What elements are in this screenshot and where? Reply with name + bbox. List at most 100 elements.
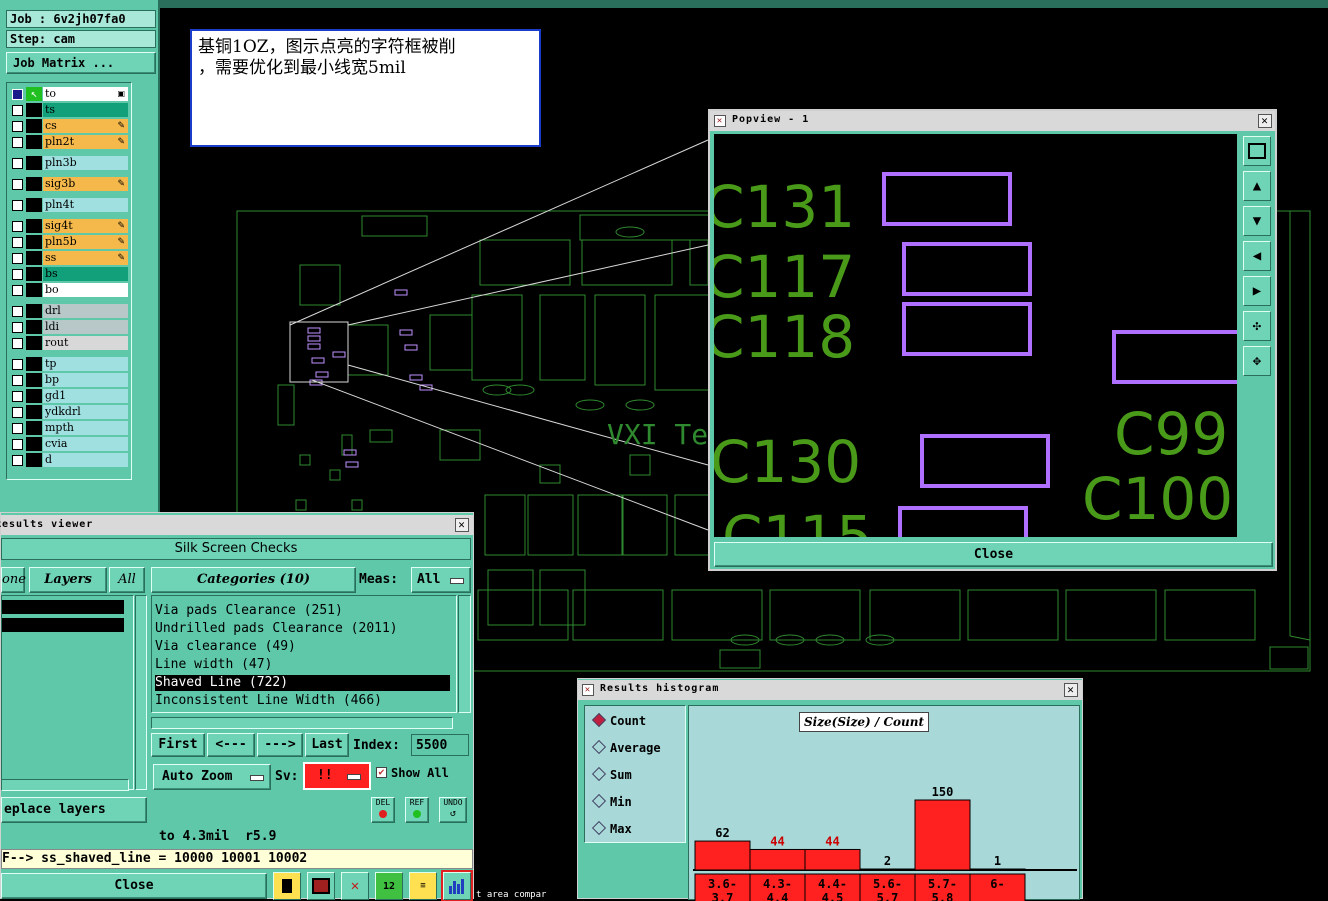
index-input[interactable] (411, 734, 469, 756)
bar-value-label: 2 (884, 854, 891, 868)
component-outline (477, 589, 569, 641)
tab-none[interactable]: one (1, 567, 26, 593)
screen-icon[interactable] (307, 872, 335, 900)
undo-button[interactable]: UNDO ↺ (439, 797, 467, 823)
category-item[interactable]: Via pads Clearance (251) (155, 603, 450, 619)
categories-list[interactable]: Via pads Clearance (251) Undrilled pads C… (151, 595, 457, 713)
histogram-bar[interactable] (969, 868, 1026, 871)
pan-right-icon[interactable]: ▶ (1243, 276, 1271, 306)
pan-down-icon[interactable]: ▼ (1243, 206, 1271, 236)
histogram-titlebar[interactable]: ✕ Results histogram ✕ (578, 680, 1082, 700)
category-item[interactable]: Inconsistent Line Width (466) (155, 693, 450, 709)
histogram-bar[interactable] (859, 868, 916, 871)
first-button[interactable]: First (151, 733, 205, 757)
categories-scrollbar[interactable] (458, 595, 471, 713)
categories-button[interactable]: Categories (10) (151, 567, 356, 593)
designator-label: C131 (714, 173, 855, 241)
component-outline (621, 494, 668, 556)
radio-icon (591, 712, 607, 728)
cancel-report-icon[interactable]: ✕ (341, 872, 369, 900)
popview-close-button[interactable]: Close (714, 542, 1273, 567)
pan-left-icon[interactable]: ◀ (1243, 241, 1271, 271)
category-tick-label: 4.3- (763, 877, 792, 891)
layer-list-hscrollbar[interactable] (1, 779, 129, 791)
category-item[interactable]: Via clearance (49) (155, 639, 450, 655)
histogram-bar[interactable] (804, 848, 861, 871)
results-close-button[interactable]: Close (1, 873, 267, 899)
designator-label: C99 (1114, 400, 1228, 468)
ref-label: REF (409, 798, 425, 807)
zoom-out-icon[interactable]: ✥ (1243, 346, 1271, 376)
prev-button[interactable]: <--- (207, 733, 255, 757)
silkscreen-frame (1112, 330, 1237, 384)
histogram-icon[interactable] (441, 870, 473, 901)
component-outline (471, 294, 523, 381)
histogram-title: Results histogram (600, 683, 720, 694)
layer-list-scrollbar[interactable] (135, 595, 147, 790)
zoom-in-icon[interactable]: ✣ (1243, 311, 1271, 341)
report-icon[interactable] (273, 872, 301, 900)
zoom-fit-icon[interactable] (1243, 136, 1271, 166)
window-menu-icon[interactable]: ✕ (582, 684, 594, 696)
histogram-option-min[interactable]: Min (591, 793, 632, 809)
categories-hscrollbar[interactable] (151, 717, 453, 729)
component-outline (579, 214, 711, 241)
histogram-bar[interactable] (694, 840, 751, 871)
note-line-2: ，需要优化到最小线宽5mil (198, 58, 406, 78)
results-viewer-window: Results viewer ✕ Silk Screen Checks one … (0, 512, 474, 901)
silkscreen-frame (898, 506, 1028, 537)
dropdown-icon (347, 774, 361, 780)
close-icon[interactable]: ✕ (455, 518, 469, 532)
category-item[interactable]: Line width (47) (155, 657, 450, 673)
del-button[interactable]: DEL (371, 797, 395, 823)
meas-dropdown[interactable]: All (411, 567, 471, 593)
histogram-bar[interactable] (914, 799, 971, 871)
bar-value-label: 62 (715, 826, 729, 840)
category-item[interactable]: Undrilled pads Clearance (2011) (155, 621, 450, 637)
popview-title: Popview - 1 (732, 114, 810, 125)
histogram-option-average[interactable]: Average (591, 739, 661, 755)
bar-value-label: 150 (932, 785, 954, 799)
component-outline (1065, 589, 1157, 641)
category-item[interactable]: Shaved Line (722) (155, 675, 450, 691)
del-indicator-icon (379, 810, 387, 818)
popview-titlebar[interactable]: ✕ Popview - 1 ✕ (710, 111, 1275, 131)
window-menu-icon[interactable]: ✕ (714, 115, 726, 127)
histogram-option-sum[interactable]: Sum (591, 766, 632, 782)
tab-layers[interactable]: Layers (29, 567, 107, 593)
component-outline (671, 589, 763, 641)
meas-value: All (417, 572, 441, 587)
next-button[interactable]: ---> (257, 733, 303, 757)
silkscreen-frame (307, 335, 321, 342)
last-button[interactable]: Last (305, 733, 349, 757)
category-tick-label: 4.4 (767, 891, 789, 901)
severity-dropdown[interactable]: !! (303, 762, 371, 790)
silkscreen-frame (343, 449, 357, 456)
results-viewer-titlebar[interactable]: Results viewer ✕ (0, 515, 473, 535)
auto-zoom-label: Auto Zoom (162, 769, 233, 784)
replace-layers-button[interactable]: eplace layers (1, 797, 147, 823)
list-item[interactable] (2, 600, 124, 614)
histogram-bar[interactable] (749, 848, 806, 871)
step-12-icon[interactable]: 12 (375, 872, 403, 900)
index-label: Index: (353, 738, 400, 753)
close-icon[interactable]: ✕ (1258, 114, 1272, 128)
ref-button[interactable]: REF (405, 797, 429, 823)
meas-label: Meas: (359, 572, 399, 587)
histogram-option-max[interactable]: Max (591, 820, 632, 836)
notes-icon[interactable]: ≡ (409, 872, 437, 900)
close-icon[interactable]: ✕ (1064, 683, 1078, 697)
silkscreen-frame (902, 302, 1032, 356)
popview-canvas[interactable]: C131 C117 C118 C130 C99 C100 C115 (714, 134, 1237, 537)
tab-all[interactable]: All (109, 567, 145, 593)
pan-up-icon[interactable]: ▲ (1243, 171, 1271, 201)
component-outline (1164, 589, 1256, 641)
histogram-option-label: Max (610, 822, 632, 836)
list-item[interactable] (2, 618, 124, 632)
layer-results-list[interactable] (1, 595, 134, 790)
auto-zoom-dropdown[interactable]: Auto Zoom (153, 764, 271, 790)
histogram-option-count[interactable]: Count (591, 712, 646, 728)
component-outline (967, 589, 1059, 641)
silkscreen-frame (315, 371, 329, 378)
show-all-checkbox[interactable]: ✔ (376, 767, 387, 778)
